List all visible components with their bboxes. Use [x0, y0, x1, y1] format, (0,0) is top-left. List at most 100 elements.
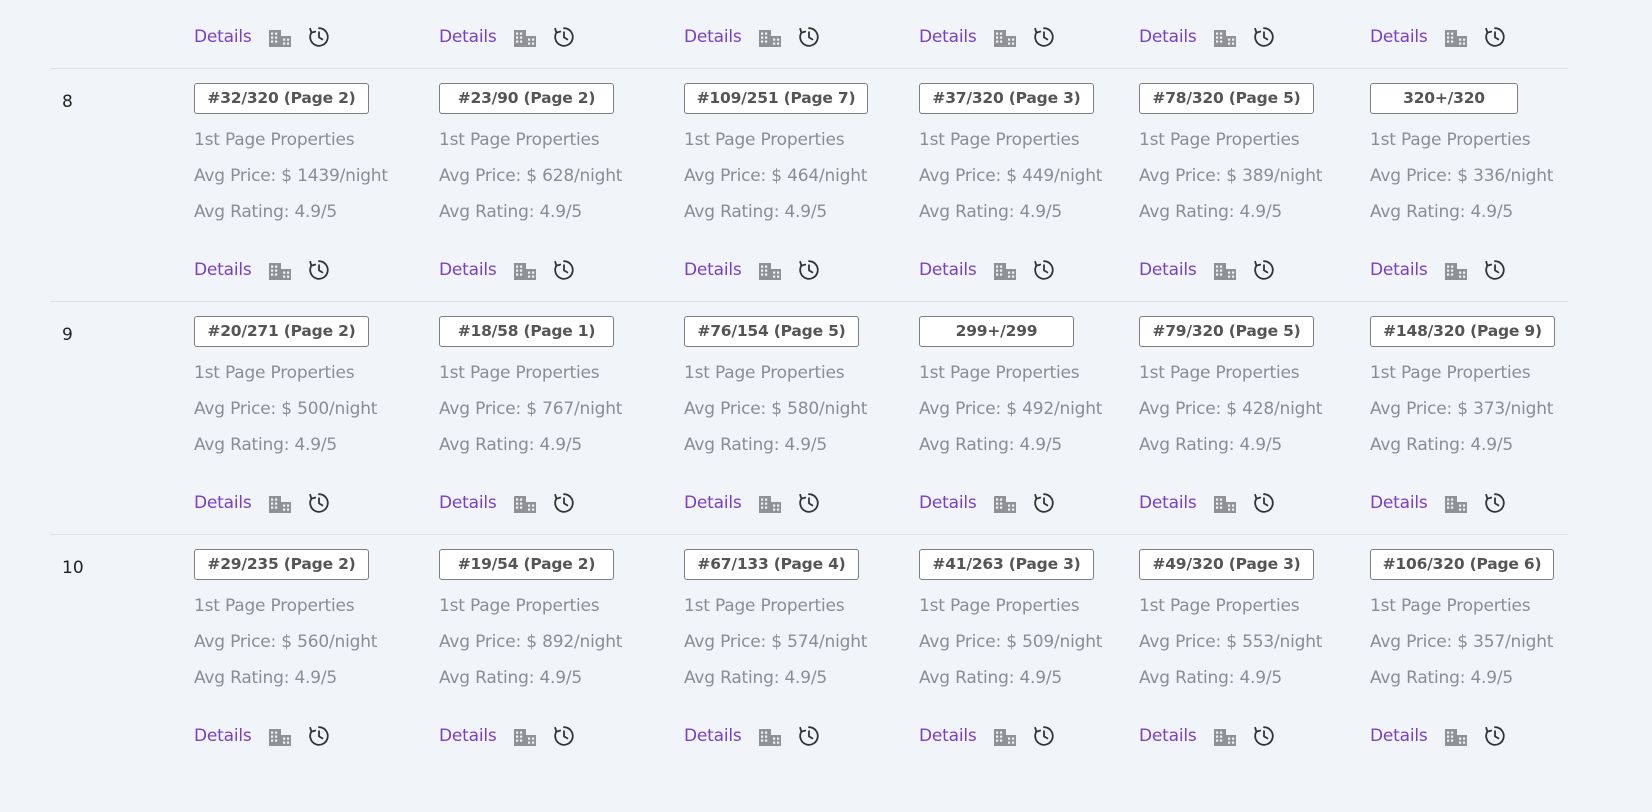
rank-badge[interactable]: #32/320 (Page 2) — [194, 83, 369, 114]
building-icon[interactable] — [758, 725, 782, 747]
history-icon[interactable] — [1253, 26, 1275, 48]
history-icon[interactable] — [1033, 725, 1055, 747]
details-link[interactable]: Details — [1370, 491, 1428, 515]
details-link[interactable]: Details — [684, 491, 742, 515]
details-link[interactable]: Details — [1139, 258, 1197, 282]
building-icon[interactable] — [513, 492, 537, 514]
history-icon[interactable] — [1484, 259, 1506, 281]
history-icon[interactable] — [798, 26, 820, 48]
building-icon[interactable] — [993, 26, 1017, 48]
building-icon[interactable] — [513, 259, 537, 281]
building-icon[interactable] — [1444, 725, 1468, 747]
building-icon[interactable] — [993, 725, 1017, 747]
history-icon[interactable] — [1484, 492, 1506, 514]
history-icon[interactable] — [1033, 492, 1055, 514]
history-icon[interactable] — [798, 492, 820, 514]
rank-badge[interactable]: #41/263 (Page 3) — [919, 549, 1094, 580]
building-icon[interactable] — [993, 492, 1017, 514]
cell-actions: Details — [194, 491, 330, 515]
details-link[interactable]: Details — [194, 258, 252, 282]
history-icon[interactable] — [1033, 26, 1055, 48]
details-link[interactable]: Details — [919, 724, 977, 748]
history-icon[interactable] — [1253, 492, 1275, 514]
avg-rating-prefix: Avg Rating: — [684, 668, 785, 688]
building-icon[interactable] — [513, 725, 537, 747]
building-icon[interactable] — [268, 26, 292, 48]
details-link[interactable]: Details — [684, 258, 742, 282]
rank-badge[interactable]: 320+/320 — [1370, 83, 1518, 114]
building-icon[interactable] — [1444, 26, 1468, 48]
rank-badge[interactable]: #78/320 (Page 5) — [1139, 83, 1314, 114]
details-link[interactable]: Details — [684, 724, 742, 748]
building-icon[interactable] — [1444, 492, 1468, 514]
history-icon[interactable] — [1484, 725, 1506, 747]
history-icon[interactable] — [308, 259, 330, 281]
rank-badge[interactable]: #106/320 (Page 6) — [1370, 549, 1554, 580]
history-icon[interactable] — [1033, 259, 1055, 281]
building-icon[interactable] — [1213, 26, 1237, 48]
building-icon[interactable] — [1213, 259, 1237, 281]
details-link[interactable]: Details — [1370, 25, 1428, 49]
cell-actions: Details — [1139, 724, 1275, 748]
details-link[interactable]: Details — [1370, 258, 1428, 282]
history-icon[interactable] — [308, 725, 330, 747]
history-icon[interactable] — [798, 725, 820, 747]
building-icon[interactable] — [1444, 259, 1468, 281]
rank-badge[interactable]: #37/320 (Page 3) — [919, 83, 1094, 114]
rank-badge[interactable]: #18/58 (Page 1) — [439, 316, 614, 347]
avg-rating-prefix: Avg Rating: — [1370, 435, 1471, 455]
building-icon[interactable] — [1213, 492, 1237, 514]
history-icon[interactable] — [553, 26, 575, 48]
building-icon[interactable] — [758, 259, 782, 281]
rank-badge[interactable]: #29/235 (Page 2) — [194, 549, 369, 580]
rank-badge[interactable]: #148/320 (Page 9) — [1370, 316, 1555, 347]
details-link[interactable]: Details — [1370, 724, 1428, 748]
first-page-properties-label: 1st Page Properties — [1139, 363, 1300, 383]
history-icon[interactable] — [1253, 259, 1275, 281]
building-icon[interactable] — [1213, 725, 1237, 747]
history-icon[interactable] — [798, 259, 820, 281]
details-link[interactable]: Details — [684, 25, 742, 49]
history-icon[interactable] — [308, 492, 330, 514]
details-link[interactable]: Details — [439, 25, 497, 49]
details-link[interactable]: Details — [194, 25, 252, 49]
details-link[interactable]: Details — [439, 491, 497, 515]
details-link[interactable]: Details — [919, 491, 977, 515]
building-icon[interactable] — [993, 259, 1017, 281]
building-icon[interactable] — [268, 259, 292, 281]
details-link[interactable]: Details — [439, 724, 497, 748]
avg-rating-suffix: /5 — [1265, 668, 1283, 688]
details-link[interactable]: Details — [919, 258, 977, 282]
history-icon[interactable] — [1484, 26, 1506, 48]
details-link[interactable]: Details — [1139, 25, 1197, 49]
history-icon[interactable] — [553, 259, 575, 281]
rank-badge[interactable]: #20/271 (Page 2) — [194, 316, 369, 347]
history-icon[interactable] — [1253, 725, 1275, 747]
rank-badge[interactable]: #76/154 (Page 5) — [684, 316, 859, 347]
building-icon[interactable] — [758, 26, 782, 48]
rank-badge[interactable]: #23/90 (Page 2) — [439, 83, 614, 114]
history-icon[interactable] — [553, 492, 575, 514]
details-link[interactable]: Details — [1139, 724, 1197, 748]
rank-badge[interactable]: #49/320 (Page 3) — [1139, 549, 1314, 580]
building-icon[interactable] — [513, 26, 537, 48]
building-icon[interactable] — [758, 492, 782, 514]
rank-badge[interactable]: #109/251 (Page 7) — [684, 83, 868, 114]
rank-badge[interactable]: 299+/299 — [919, 316, 1074, 347]
avg-price-prefix: Avg Price: $ — [439, 166, 543, 186]
history-icon[interactable] — [553, 725, 575, 747]
rank-badge[interactable]: #19/54 (Page 2) — [439, 549, 614, 580]
rank-badge[interactable]: #67/133 (Page 4) — [684, 549, 859, 580]
details-link[interactable]: Details — [439, 258, 497, 282]
details-link[interactable]: Details — [919, 25, 977, 49]
history-icon[interactable] — [308, 26, 330, 48]
rank-badge[interactable]: #79/320 (Page 5) — [1139, 316, 1314, 347]
building-icon[interactable] — [268, 725, 292, 747]
details-link[interactable]: Details — [1139, 491, 1197, 515]
avg-price-suffix: /night — [818, 399, 868, 419]
avg-price-prefix: Avg Price: $ — [919, 399, 1023, 419]
details-link[interactable]: Details — [194, 491, 252, 515]
avg-price-prefix: Avg Price: $ — [1370, 399, 1474, 419]
details-link[interactable]: Details — [194, 724, 252, 748]
building-icon[interactable] — [268, 492, 292, 514]
